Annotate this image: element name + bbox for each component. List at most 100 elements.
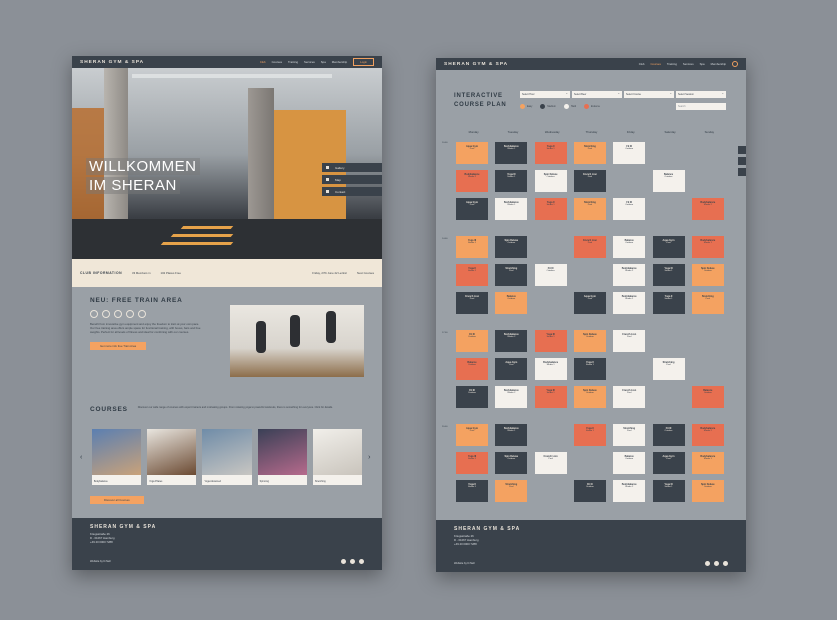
nav-spa[interactable]: Spa [321,60,326,64]
facebook-icon[interactable] [341,559,346,564]
course-slot[interactable]: Bodybalance Studio 1 [613,292,646,314]
course-slot[interactable]: Spin Deluxe Outdoor [691,480,724,502]
course-slot[interactable]: Stretching Pool [573,198,606,220]
course-slot[interactable]: Bodybalance Studio 2 [613,480,646,502]
course-slot[interactable]: Bodybalance Studio 2 [691,198,724,220]
legend-hard[interactable]: Hard [563,104,576,109]
course-slot[interactable]: Fit III Outdoor [573,480,606,502]
course-slot[interactable]: Yoga III Studio 1 [534,386,567,408]
course-slot[interactable]: Yoga III Studio 1 [495,170,528,192]
session-select[interactable]: Select Session [676,91,726,98]
course-select[interactable]: Select Course [624,91,674,98]
course-slot[interactable]: Fit III Outdoor [613,198,646,220]
course-slot[interactable]: Aqua Gym Pool [456,142,488,164]
course-slot[interactable]: Fit III Outdoor [534,264,567,286]
course-slot[interactable]: Yoga III Studio 1 [652,264,685,286]
course-slot[interactable]: Fit III Outdoor [613,142,646,164]
course-card[interactable]: Spinning [257,429,307,485]
course-slot[interactable]: Bodybalance Studio 1 [691,236,724,258]
level-select[interactable]: Select Beer [572,91,622,98]
user-avatar-icon[interactable] [732,61,738,67]
login-button[interactable]: Login [353,58,374,66]
legend-easy[interactable]: Easy [520,104,532,109]
course-slot[interactable]: Yoga II Studio 1 [456,264,488,286]
course-slot[interactable]: Yoga III Studio 1 [456,236,488,258]
course-card[interactable]: Yoga Pilates [147,429,197,485]
course-slot[interactable]: Bodybalance Studio 2 [691,424,724,446]
course-slot[interactable]: Stretching Pool [495,264,528,286]
brand-logo[interactable]: SHERAN GYM & SPA [80,60,144,65]
instagram-icon[interactable] [714,561,719,566]
course-slot[interactable]: Crunch Lion Pool [613,330,646,352]
course-slot[interactable]: Crunch Lion Pool [573,170,606,192]
course-slot[interactable]: Balance Outdoor [456,358,488,380]
instagram-icon[interactable] [350,559,355,564]
course-slot[interactable]: Fit III Outdoor [652,424,685,446]
course-slot[interactable]: Bodybalance Studio 1 [495,424,528,446]
course-card[interactable]: Bodybalance [91,429,142,485]
course-slot[interactable]: Bodybalance Studio 2 [495,330,528,352]
search-input[interactable]: Search [676,103,726,110]
course-slot[interactable]: Bodybalance Studio 1 [534,358,567,380]
course-slot[interactable]: Spin Deluxe Outdoor [691,264,724,286]
course-slot[interactable]: Spin Deluxe Outdoor [534,170,567,192]
course-slot[interactable]: Yoga II Studio 1 [652,292,685,314]
nav-services[interactable]: Services [304,60,315,64]
youtube-icon[interactable] [359,559,364,564]
course-slot[interactable]: Crunch Lion Pool [573,236,606,258]
course-slot[interactable]: Yoga II Studio 1 [534,142,567,164]
course-slot[interactable]: Balance Outdoor [691,386,724,408]
course-slot[interactable]: Fit III Outdoor [456,386,488,408]
heart-icon[interactable] [738,157,746,165]
course-slot[interactable]: Balance Outdoor [613,452,646,474]
course-slot[interactable]: Bodybalance Studio 1 [495,198,528,220]
course-slot[interactable]: Aqua Gym Pool [652,452,685,474]
course-slot[interactable]: Yoga III Studio 1 [456,452,488,474]
nav-club[interactable]: Club [639,62,645,66]
contact-link[interactable]: Contact [322,187,382,196]
nav-membership[interactable]: Membership [711,62,726,66]
course-slot[interactable]: Aqua Gym Pool [495,358,528,380]
nav-training[interactable]: Training [667,62,677,66]
nav-training[interactable]: Training [288,60,298,64]
course-slot[interactable]: Bodybalance Studio 1 [495,142,528,164]
course-slot[interactable]: Balance Outdoor [613,236,646,258]
course-slot[interactable]: Stretching Pool [573,142,606,164]
nav-services[interactable]: Services [683,62,694,66]
course-slot[interactable]: Aqua Gym Pool [652,236,685,258]
chevron-left-icon[interactable]: ‹ [80,454,86,461]
course-slot[interactable]: Crunch Lion Pool [613,386,646,408]
course-slot[interactable]: Bodybalance Studio 2 [613,264,646,286]
course-slot[interactable]: Yoga II Studio 1 [534,198,567,220]
nav-membership[interactable]: Membership [332,60,347,64]
course-slot[interactable]: Bodybalance Studio 1 [691,452,724,474]
course-slot[interactable]: Yoga II Studio 1 [456,480,488,502]
course-slot[interactable]: Yoga II Studio 1 [573,424,606,446]
course-slot[interactable]: Fit III Outdoor [456,330,488,352]
course-slot[interactable]: Stretching Pool [691,292,724,314]
course-slot[interactable]: Spin Deluxe Outdoor [573,386,606,408]
course-slot[interactable]: Crunch Lion Pool [534,452,567,474]
brand-logo[interactable]: SHERAN GYM & SPA [444,62,508,67]
course-slot[interactable]: Bodybalance Studio 2 [495,386,528,408]
nav-courses[interactable]: Courses [650,62,660,66]
course-card[interactable]: Stretching [312,429,363,485]
course-card[interactable]: Yoga Advanced [202,429,252,485]
map-link[interactable]: Map [322,175,382,184]
course-slot[interactable]: Crunch Lion Pool [456,292,488,314]
chevron-right-icon[interactable]: › [368,454,374,461]
course-slot[interactable]: Spin Deluxe Outdoor [495,236,528,258]
course-slot[interactable]: Yoga II Studio 1 [573,358,606,380]
legend-extreme[interactable]: Extreme [584,104,600,109]
course-slot[interactable]: Aqua Gym Pool [456,424,488,446]
discover-courses-button[interactable]: Discover all Courses [90,496,144,504]
list-view-icon[interactable] [738,146,746,154]
course-slot[interactable]: Stretching Pool [495,480,528,502]
course-slot[interactable]: Aqua Gym Pool [573,292,606,314]
course-slot[interactable]: Balance Outdoor [495,292,528,314]
play-icon[interactable] [738,168,746,176]
gallery-link[interactable]: Gallery [322,163,382,172]
nav-spa[interactable]: Spa [700,62,705,66]
nav-courses[interactable]: Courses [272,60,282,64]
course-slot[interactable]: Aqua Gym Pool [456,198,488,220]
